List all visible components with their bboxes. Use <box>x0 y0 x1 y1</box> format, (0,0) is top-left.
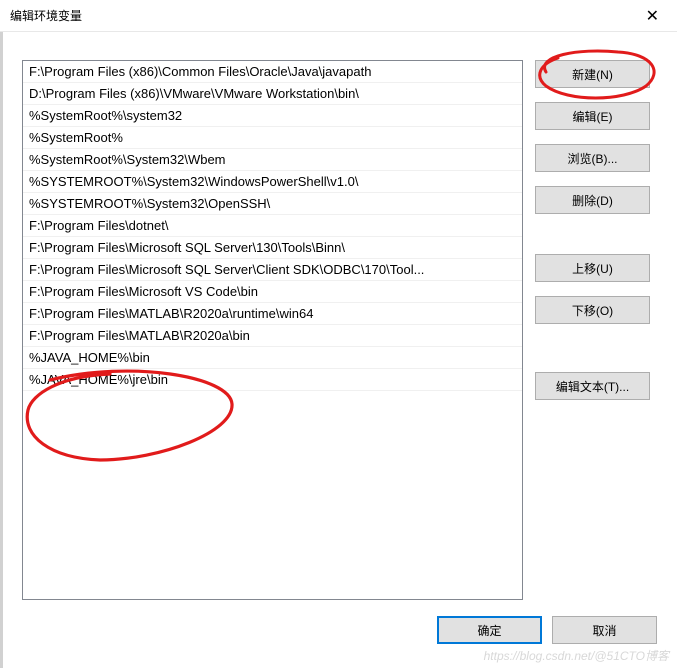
list-item[interactable]: F:\Program Files\MATLAB\R2020a\runtime\w… <box>23 303 522 325</box>
dialog-content: F:\Program Files (x86)\Common Files\Orac… <box>0 32 677 600</box>
list-item[interactable]: F:\Program Files\Microsoft SQL Server\Cl… <box>23 259 522 281</box>
delete-button[interactable]: 删除(D) <box>535 186 650 214</box>
edit-button[interactable]: 编辑(E) <box>535 102 650 130</box>
list-item[interactable]: D:\Program Files (x86)\VMware\VMware Wor… <box>23 83 522 105</box>
path-listbox[interactable]: F:\Program Files (x86)\Common Files\Orac… <box>22 60 523 600</box>
cancel-button[interactable]: 取消 <box>552 616 657 644</box>
list-item[interactable]: F:\Program Files\MATLAB\R2020a\bin <box>23 325 522 347</box>
move-up-button[interactable]: 上移(U) <box>535 254 650 282</box>
dialog-bottom-buttons: 确定 取消 <box>437 616 657 644</box>
list-item[interactable]: F:\Program Files\Microsoft VS Code\bin <box>23 281 522 303</box>
move-down-button[interactable]: 下移(O) <box>535 296 650 324</box>
list-item[interactable]: %SYSTEMROOT%\System32\WindowsPowerShell\… <box>23 171 522 193</box>
list-item[interactable]: %SYSTEMROOT%\System32\OpenSSH\ <box>23 193 522 215</box>
title-bar: 编辑环境变量 ✕ <box>0 0 677 32</box>
new-button[interactable]: 新建(N) <box>535 60 650 88</box>
ok-button[interactable]: 确定 <box>437 616 542 644</box>
list-item[interactable]: F:\Program Files\dotnet\ <box>23 215 522 237</box>
list-item[interactable]: %SystemRoot%\system32 <box>23 105 522 127</box>
list-item[interactable]: %SystemRoot% <box>23 127 522 149</box>
list-item[interactable]: %JAVA_HOME%\bin <box>23 347 522 369</box>
browse-button[interactable]: 浏览(B)... <box>535 144 650 172</box>
list-item[interactable]: %SystemRoot%\System32\Wbem <box>23 149 522 171</box>
list-item[interactable]: %JAVA_HOME%\jre\bin <box>23 369 522 391</box>
edit-text-button[interactable]: 编辑文本(T)... <box>535 372 650 400</box>
watermark-text: https://blog.csdn.net/@51CTO博客 <box>484 647 669 664</box>
side-buttons: 新建(N) 编辑(E) 浏览(B)... 删除(D) 上移(U) 下移(O) 编… <box>535 60 650 600</box>
close-icon[interactable]: ✕ <box>640 6 665 26</box>
list-item[interactable]: F:\Program Files\Microsoft SQL Server\13… <box>23 237 522 259</box>
window-title: 编辑环境变量 <box>10 7 82 24</box>
list-item[interactable]: F:\Program Files (x86)\Common Files\Orac… <box>23 61 522 83</box>
